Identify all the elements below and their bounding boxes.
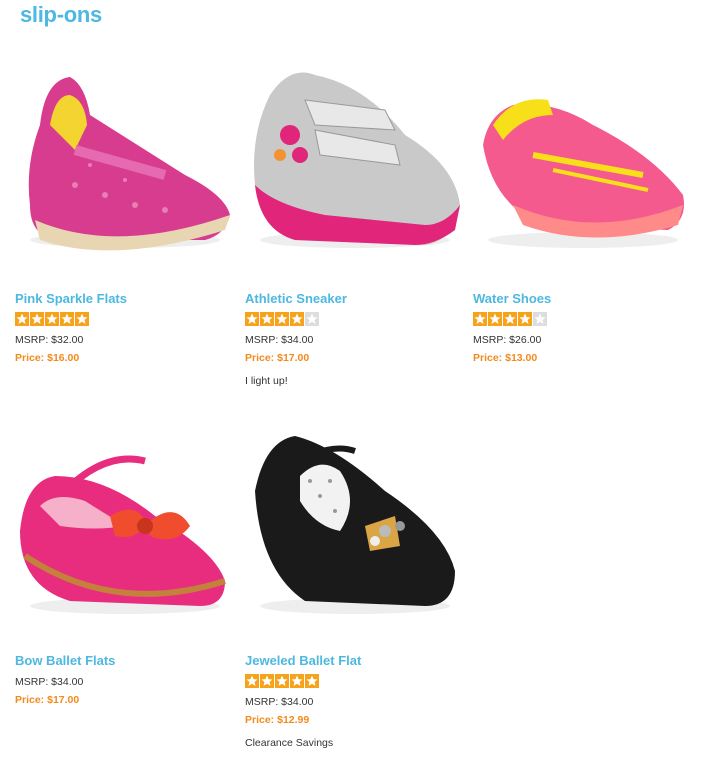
msrp-text: MSRP: $34.00 bbox=[245, 334, 314, 346]
star-icon bbox=[290, 312, 304, 326]
price-text: Price: $17.00 bbox=[15, 694, 80, 706]
star-icon bbox=[473, 312, 487, 326]
product-image[interactable] bbox=[15, 55, 230, 270]
star-icon bbox=[533, 312, 547, 326]
star-rating bbox=[245, 674, 460, 690]
page-title: slip-ons bbox=[20, 2, 102, 27]
price-text: Price: $17.00 bbox=[245, 352, 310, 364]
product-image[interactable] bbox=[245, 421, 460, 636]
star-icon bbox=[275, 312, 289, 326]
price-text: Price: $16.00 bbox=[15, 352, 80, 364]
msrp-text: MSRP: $34.00 bbox=[15, 676, 84, 688]
star-icon bbox=[245, 674, 259, 688]
msrp-text: MSRP: $34.00 bbox=[245, 696, 314, 708]
star-rating bbox=[15, 312, 230, 328]
star-icon bbox=[260, 312, 274, 326]
product-card: Athletic Sneaker MSRP: $34.00 Price: $17… bbox=[245, 55, 460, 387]
star-icon bbox=[60, 312, 74, 326]
product-image[interactable] bbox=[15, 421, 230, 636]
product-card: Water Shoes MSRP: $26.00 Price: $13.00 bbox=[473, 55, 688, 364]
star-icon bbox=[488, 312, 502, 326]
star-icon bbox=[75, 312, 89, 326]
product-name[interactable]: Pink Sparkle Flats bbox=[15, 291, 230, 306]
star-icon bbox=[260, 674, 274, 688]
star-rating bbox=[473, 312, 688, 328]
star-icon bbox=[290, 674, 304, 688]
star-icon bbox=[305, 312, 319, 326]
product-image[interactable] bbox=[245, 55, 460, 270]
msrp-text: MSRP: $26.00 bbox=[473, 334, 542, 346]
star-icon bbox=[275, 674, 289, 688]
product-name[interactable]: Bow Ballet Flats bbox=[15, 653, 230, 668]
product-image[interactable] bbox=[473, 55, 688, 270]
star-icon bbox=[245, 312, 259, 326]
star-icon bbox=[45, 312, 59, 326]
star-icon bbox=[30, 312, 44, 326]
msrp-text: MSRP: $32.00 bbox=[15, 334, 84, 346]
star-icon bbox=[305, 674, 319, 688]
price-text: Price: $13.00 bbox=[473, 352, 538, 364]
product-name[interactable]: Jeweled Ballet Flat bbox=[245, 653, 460, 668]
promo-note: Clearance Savings bbox=[245, 737, 334, 749]
star-icon bbox=[518, 312, 532, 326]
product-card: Pink Sparkle Flats MSRP: $32.00 Price: $… bbox=[15, 55, 230, 364]
product-name[interactable]: Athletic Sneaker bbox=[245, 291, 460, 306]
star-rating bbox=[245, 312, 460, 328]
star-icon bbox=[15, 312, 29, 326]
product-card: Jeweled Ballet Flat MSRP: $34.00 Price: … bbox=[245, 421, 460, 749]
star-icon bbox=[503, 312, 517, 326]
product-name[interactable]: Water Shoes bbox=[473, 291, 688, 306]
promo-note: I light up! bbox=[245, 375, 288, 387]
price-text: Price: $12.99 bbox=[245, 714, 310, 726]
product-card: Bow Ballet Flats MSRP: $34.00 Price: $17… bbox=[15, 421, 230, 706]
